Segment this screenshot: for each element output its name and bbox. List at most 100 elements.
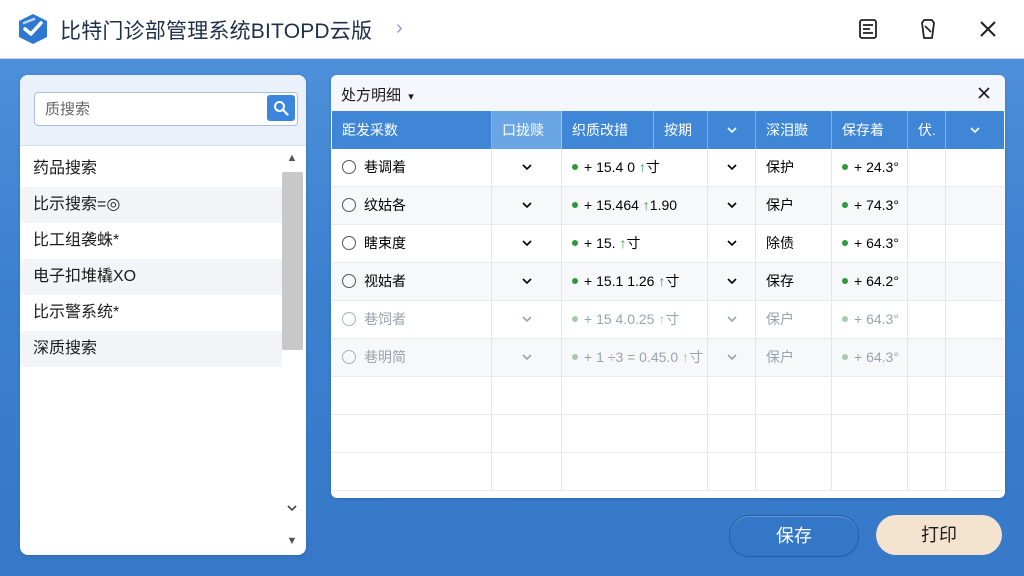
row-dropdown[interactable] (708, 187, 756, 224)
row-arrow-text: 寸 (665, 311, 680, 327)
row-dropdown[interactable] (708, 263, 756, 300)
column-header[interactable]: 织质改措 (562, 111, 654, 149)
row-stock-cell: + 64.3° (832, 301, 908, 338)
scroll-down-chevron-icon[interactable] (282, 503, 302, 519)
chevron-down-icon (521, 354, 532, 361)
list-item[interactable]: 比工组袭蛛* (20, 223, 282, 259)
list-item[interactable]: 药品搜索 (20, 151, 282, 187)
chevron-down-icon (521, 278, 532, 285)
row-status: 保护 (756, 149, 832, 186)
table-row[interactable]: 巷明简 + 1 ÷3 = 0.45.0 ↑寸 保户 + 64.3° (332, 339, 1004, 377)
row-dropdown[interactable] (492, 301, 562, 338)
row-dropdown[interactable] (708, 149, 756, 186)
clip-icon[interactable] (912, 14, 944, 44)
table-row[interactable]: 纹姑各 + 15.464 ↑1.90 保户 + 74.3° (332, 187, 1004, 225)
column-header[interactable]: 口拢赎 (492, 111, 562, 149)
row-dropdown[interactable] (492, 225, 562, 262)
row-dropdown[interactable] (708, 225, 756, 262)
row-cell (832, 377, 908, 414)
row-dropdown[interactable] (492, 339, 562, 376)
row-name-cell[interactable]: 巷调着 (332, 149, 492, 186)
row-arrow-text: 寸 (626, 235, 641, 251)
row-stock-cell: + 64.2° (832, 263, 908, 300)
row-name-cell[interactable]: 纹姑各 (332, 187, 492, 224)
chevron-down-icon (726, 127, 737, 134)
row-cell (756, 377, 832, 414)
close-icon[interactable] (972, 14, 1004, 44)
column-header[interactable]: 深泪臌 (756, 111, 832, 149)
row-dropdown[interactable] (492, 149, 562, 186)
plus-sign: + (584, 349, 597, 365)
row-radio[interactable] (342, 236, 356, 251)
status-dot-icon (842, 316, 848, 323)
row-cell (756, 415, 832, 452)
row-radio[interactable] (342, 160, 356, 175)
row-cell (562, 377, 708, 414)
table-row[interactable]: 巷饲者 + 15 4.0.25 ↑寸 保户 + 64.3° (332, 301, 1004, 339)
row-radio[interactable] (342, 198, 356, 213)
plus-sign: + (584, 159, 597, 175)
table-row[interactable]: 巷调着 + 15.4 0 ↑寸 保护 + 24.3° (332, 149, 1004, 187)
row-name-cell[interactable]: 视姑者 (332, 263, 492, 300)
list-item[interactable]: 比示搜索=◎ (20, 187, 282, 223)
list-item[interactable]: 深质搜索 (20, 331, 282, 367)
column-header[interactable]: 距发采数 (332, 111, 492, 149)
row-stock: 64.3° (866, 349, 899, 365)
title-chevron-icon[interactable]: › (396, 17, 403, 40)
column-dropdown[interactable] (708, 111, 756, 149)
row-cell (908, 453, 946, 490)
search-button[interactable] (267, 95, 295, 121)
row-value-cell: + 15.464 ↑1.90 (562, 187, 708, 224)
row-dropdown[interactable] (708, 339, 756, 376)
close-icon[interactable] (973, 82, 995, 104)
row-dropdown[interactable] (492, 187, 562, 224)
chevron-down-icon (726, 202, 737, 209)
row-dropdown[interactable] (492, 263, 562, 300)
empty-table-row (332, 453, 1004, 491)
row-cell (492, 453, 562, 490)
row-name-cell[interactable]: 巷饲者 (332, 301, 492, 338)
title-bar: 比特门诊部管理系统BITOPD云版 › (0, 0, 1024, 59)
row-cell (908, 187, 946, 224)
list-item[interactable]: 电子扣堆橇XO (20, 259, 282, 295)
receipt-icon[interactable] (852, 14, 884, 44)
scroll-down-arrow-icon[interactable]: ▼ (282, 535, 302, 551)
row-radio[interactable] (342, 350, 356, 365)
print-button[interactable]: 打印 (876, 515, 1002, 555)
row-name-cell[interactable]: 瞎束度 (332, 225, 492, 262)
search-input[interactable] (43, 93, 265, 125)
row-radio[interactable] (342, 274, 356, 289)
panel-title[interactable]: 处方明细 ▾ (341, 84, 414, 105)
chevron-down-icon (521, 316, 532, 323)
table-body: 巷调着 + 15.4 0 ↑寸 保护 + 24.3° 纹姑各 + 15.464 ↑1.90… (332, 149, 1004, 491)
row-cell (756, 453, 832, 490)
row-status: 保存 (756, 263, 832, 300)
row-value: 1 ÷3 = 0.45.0 (596, 349, 679, 365)
column-header[interactable]: 保存着 (832, 111, 908, 149)
row-name: 瞎束度 (364, 235, 406, 251)
row-name: 巷调着 (364, 159, 406, 175)
list-item[interactable]: 比示警系统* (20, 295, 282, 331)
row-cell (708, 377, 756, 414)
up-arrow-icon: ↑ (638, 159, 646, 175)
row-status: 保户 (756, 187, 832, 224)
empty-table-row (332, 415, 1004, 453)
chevron-down-icon (726, 240, 737, 247)
table-row[interactable]: 瞎束度 + 15. ↑寸 除债 + 64.3° (332, 225, 1004, 263)
row-dropdown[interactable] (708, 301, 756, 338)
row-cell (832, 415, 908, 452)
save-button[interactable]: 保存 (729, 515, 859, 557)
row-radio[interactable] (342, 312, 356, 327)
scroll-up-arrow-icon[interactable]: ▲ (282, 152, 302, 168)
row-arrow-text: 1.90 (649, 197, 678, 213)
row-name-cell[interactable]: 巷明简 (332, 339, 492, 376)
column-dropdown[interactable] (946, 111, 1004, 149)
row-cell (946, 149, 1004, 186)
plus-sign: + (584, 235, 597, 251)
scrollbar-thumb[interactable] (282, 172, 303, 350)
column-header[interactable]: 按期 (654, 111, 708, 149)
column-header[interactable]: 伏. (908, 111, 946, 149)
row-status: 保户 (756, 339, 832, 376)
status-dot-icon (842, 164, 848, 171)
table-row[interactable]: 视姑者 + 15.1 1.26 ↑寸 保存 + 64.2° (332, 263, 1004, 301)
